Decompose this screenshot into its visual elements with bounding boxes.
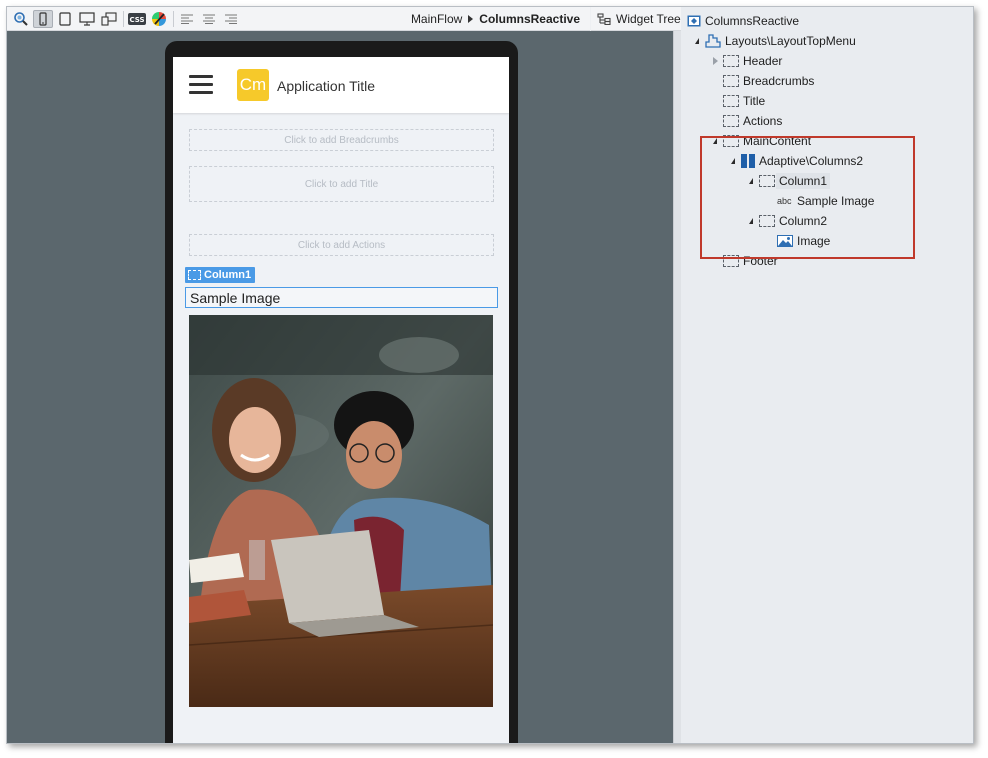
expand-icon[interactable] [712, 57, 718, 65]
toolbar: CSS MainFlow ColumnsReactive [7, 7, 590, 31]
highlight-box [700, 136, 915, 259]
tablet-icon[interactable] [55, 10, 75, 28]
placeholder-icon [723, 115, 739, 127]
app-title: Application Title [277, 78, 376, 94]
collapse-icon[interactable] [695, 38, 699, 44]
block-icon [705, 34, 721, 48]
tree-item-header[interactable]: Header [711, 51, 782, 71]
align-left-icon[interactable] [177, 10, 197, 28]
tree-item-breadcrumbs[interactable]: Breadcrumbs [723, 71, 814, 91]
title-placeholder[interactable]: Click to add Title [189, 166, 494, 202]
widget-tree-icon [597, 12, 611, 25]
breadcrumb-flow[interactable]: MainFlow [411, 12, 462, 26]
design-canvas[interactable]: Cm Application Title Click to add Breadc… [7, 31, 673, 743]
breadcrumbs-placeholder[interactable]: Click to add Breadcrumbs [189, 129, 494, 151]
tab-widget-tree[interactable]: Widget Tree [591, 7, 681, 31]
tree-item-label: Breadcrumbs [743, 74, 815, 88]
align-right-icon[interactable] [221, 10, 241, 28]
column1-widget[interactable]: Sample Image [185, 287, 498, 308]
css-icon[interactable]: CSS [127, 10, 147, 28]
actions-placeholder[interactable]: Click to add Actions [189, 234, 494, 256]
menu-icon[interactable] [189, 75, 213, 95]
tree-item-label: Header [743, 54, 783, 68]
tab-label: Widget Tree [616, 11, 681, 26]
column-selection-tag[interactable]: Column1 [185, 267, 256, 283]
breadcrumb-screen[interactable]: ColumnsReactive [479, 12, 580, 26]
editor-window: CSS MainFlow ColumnsReactive Widget Tree [6, 6, 974, 744]
tree-item-label: Layouts\LayoutTopMenu [725, 34, 856, 48]
tree-root-label: ColumnsReactive [705, 14, 800, 28]
app-header[interactable]: Cm Application Title [173, 57, 509, 113]
placeholder-icon [723, 95, 739, 107]
screens-icon[interactable] [99, 10, 119, 28]
desktop-icon[interactable] [77, 10, 97, 28]
breadcrumb: MainFlow ColumnsReactive [411, 12, 580, 26]
column-tag-label: Column1 [204, 269, 252, 281]
phone-icon[interactable] [33, 10, 53, 28]
tree-item-actions[interactable]: Actions [723, 111, 782, 131]
chevron-right-icon [468, 15, 474, 23]
placeholder-icon [723, 75, 739, 87]
tree-root[interactable]: ColumnsReactive [687, 11, 799, 31]
preview-icon[interactable] [11, 10, 31, 28]
container-icon [188, 270, 201, 280]
align-center-icon[interactable] [199, 10, 219, 28]
theme-icon[interactable] [149, 10, 169, 28]
sample-image[interactable] [189, 315, 493, 707]
placeholder-icon [723, 55, 739, 67]
svg-text:CSS: CSS [129, 16, 144, 24]
phone-frame: Cm Application Title Click to add Breadc… [165, 41, 518, 743]
tree-item-label: Title [743, 94, 766, 108]
widget-tree-panel: ColumnsReactive Layouts\LayoutTopMenu He… [681, 7, 973, 743]
phone-screen: Cm Application Title Click to add Breadc… [173, 57, 509, 743]
tree-item-label: Actions [743, 114, 783, 128]
tree-item-title[interactable]: Title [723, 91, 765, 111]
tree-item-layout[interactable]: Layouts\LayoutTopMenu [693, 31, 856, 51]
app-logo: Cm [237, 69, 269, 101]
screen-icon [687, 15, 701, 27]
